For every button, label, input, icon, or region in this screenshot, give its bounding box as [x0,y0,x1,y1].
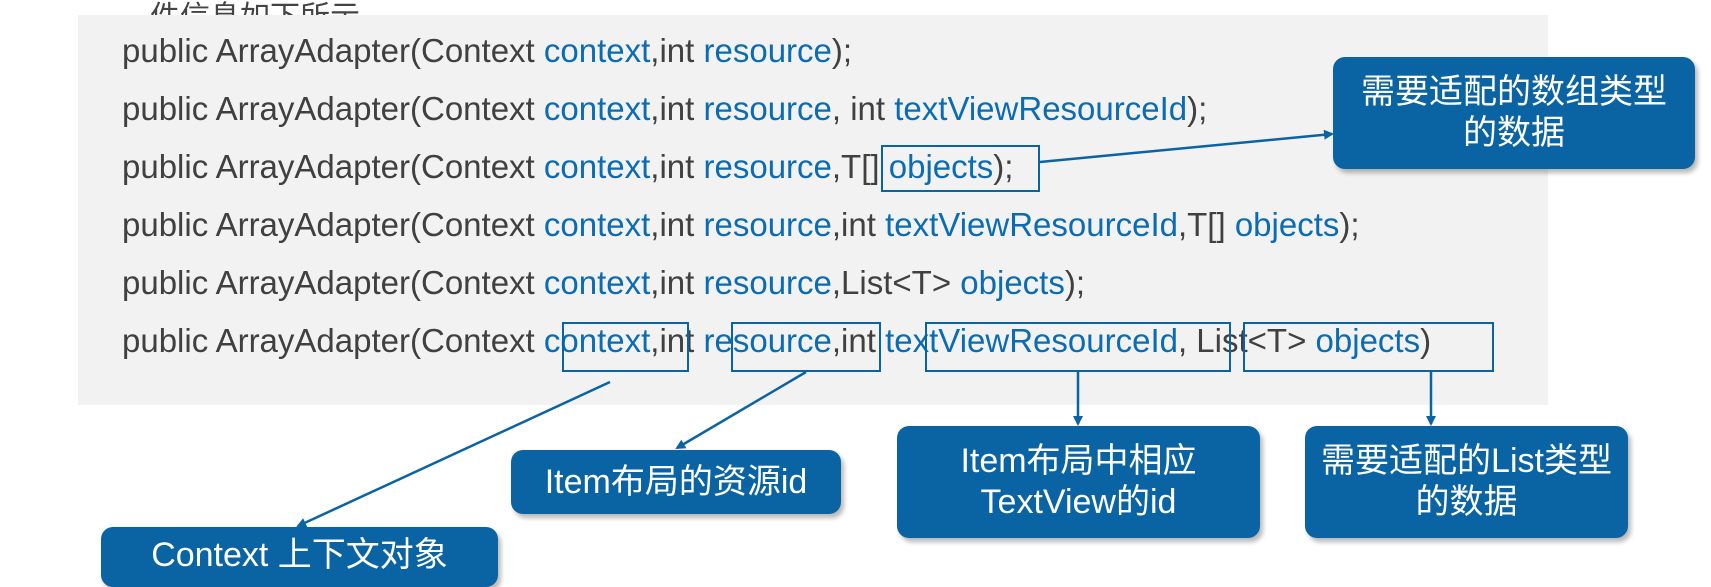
callout-textview-id: Item布局中相应TextView的id [897,426,1260,538]
callout-context: Context 上下文对象 [101,527,498,587]
arrow-to-resource-callout [675,370,807,450]
callout-list-objects: 需要适配的List类型的数据 [1305,426,1628,538]
callout-resource: Item布局的资源id [511,450,841,514]
arrow-to-array-callout [1039,129,1334,164]
callout-array-objects: 需要适配的数组类型的数据 [1333,57,1695,169]
